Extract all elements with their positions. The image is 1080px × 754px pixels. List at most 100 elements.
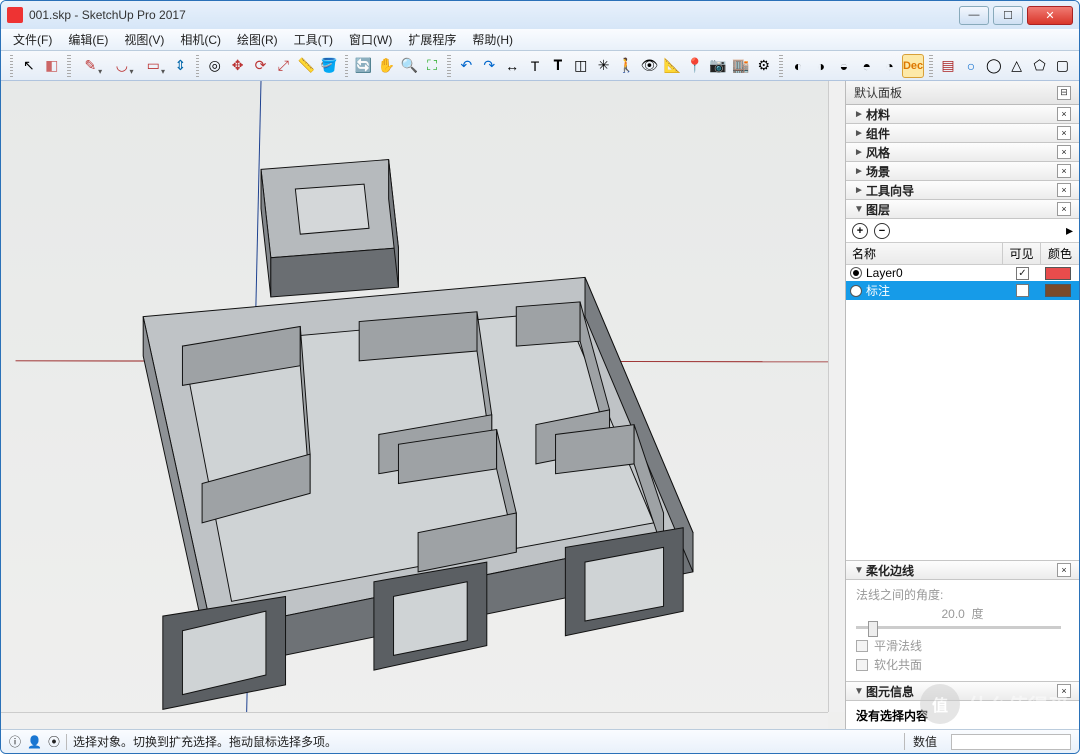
panel-close-icon[interactable]: × (1057, 164, 1071, 178)
pan-tool[interactable]: ✋ (376, 54, 397, 78)
tray-pin-icon[interactable]: ⊟ (1057, 86, 1071, 100)
rect-tool[interactable]: ▭ (139, 54, 168, 78)
remove-layer-button[interactable]: − (874, 223, 890, 239)
layer-menu-icon[interactable]: ▸ (1066, 222, 1073, 239)
minimize-button[interactable]: — (959, 6, 989, 25)
ext-wh-tool[interactable]: ⚙ (753, 54, 774, 78)
scrollbar-vertical[interactable] (828, 81, 845, 712)
section-tool[interactable]: ◫ (570, 54, 591, 78)
menu-item[interactable]: 视图(V) (118, 29, 170, 50)
walk-tool[interactable]: 🚶 (616, 54, 637, 78)
undo-tool[interactable]: ↶ (456, 54, 477, 78)
tape-tool[interactable]: 📏 (296, 54, 317, 78)
panel-close-icon[interactable]: × (1057, 563, 1071, 577)
tray-header[interactable]: 默认面板 ⊟ (846, 81, 1079, 105)
panel-close-icon[interactable]: × (1057, 183, 1071, 197)
layer-visible-checkbox[interactable] (1016, 267, 1029, 280)
solid-union-tool[interactable]: ◐ (788, 54, 809, 78)
text-tool[interactable]: T (525, 54, 546, 78)
col-name[interactable]: 名称 (846, 243, 1003, 264)
layer-row[interactable]: 标注 (846, 281, 1079, 300)
layer-color-swatch[interactable] (1045, 284, 1071, 297)
layer-color-swatch[interactable] (1045, 267, 1071, 280)
panel-title: 场景 (866, 163, 1057, 180)
redo-tool[interactable]: ↷ (479, 54, 500, 78)
model-canvas[interactable] (1, 81, 845, 729)
col-visible[interactable]: 可见 (1003, 243, 1041, 264)
layer-active-radio[interactable] (850, 267, 862, 279)
titlebar[interactable]: 001.skp - SketchUp Pro 2017 — ☐ ✕ (1, 1, 1079, 29)
toolbar-grip[interactable] (10, 55, 13, 77)
coplanar-checkbox[interactable] (856, 659, 868, 671)
panel-close-icon[interactable]: × (1057, 145, 1071, 159)
col-color[interactable]: 颜色 (1041, 243, 1079, 264)
panel-close-icon[interactable]: × (1057, 202, 1071, 216)
cone-tool[interactable]: △ (1006, 54, 1027, 78)
panel-close-icon[interactable]: × (1057, 684, 1071, 698)
maximize-button[interactable]: ☐ (993, 6, 1023, 25)
geo-icon[interactable]: ⦿ (48, 733, 60, 750)
solid-split-tool[interactable]: ◔ (879, 54, 900, 78)
layer-active-radio[interactable] (850, 285, 862, 297)
rotate-tool[interactable]: ⟳ (250, 54, 271, 78)
offset-tool[interactable]: ◎ (204, 54, 225, 78)
layer-row[interactable]: Layer0 (846, 265, 1079, 281)
panel-header-1[interactable]: ►组件× (846, 124, 1079, 143)
menu-item[interactable]: 扩展程序 (402, 29, 462, 50)
poly-tool[interactable]: ⬠ (1029, 54, 1050, 78)
select-tool[interactable]: ↖ (18, 54, 39, 78)
3dwh-tool[interactable]: 🏬 (730, 54, 751, 78)
solid-sub-tool[interactable]: ◑ (810, 54, 831, 78)
soften-angle-slider[interactable] (856, 626, 1061, 629)
panel-header-6[interactable]: ▼柔化边线× (846, 561, 1079, 580)
zoom-tool[interactable]: 🔍 (399, 54, 420, 78)
position-tool[interactable]: 📐 (662, 54, 683, 78)
scale-tool[interactable]: ⤢ (273, 54, 294, 78)
solid-int-tool[interactable]: ◒ (833, 54, 854, 78)
menu-item[interactable]: 绘图(R) (231, 29, 284, 50)
cyl-tool[interactable]: ◯ (983, 54, 1004, 78)
menu-item[interactable]: 相机(C) (174, 29, 227, 50)
move-tool[interactable]: ✥ (227, 54, 248, 78)
panel-header-5[interactable]: ▼图层× (846, 200, 1079, 219)
pencil-tool[interactable]: ✎ (76, 54, 105, 78)
dec-tool[interactable]: Dec (902, 54, 924, 78)
menu-item[interactable]: 编辑(E) (62, 29, 114, 50)
menu-item[interactable]: 工具(T) (288, 29, 339, 50)
menu-item[interactable]: 文件(F) (7, 29, 58, 50)
panel-header-4[interactable]: ►工具向导× (846, 181, 1079, 200)
smooth-checkbox[interactable] (856, 640, 868, 652)
paint-tool[interactable]: 🪣 (319, 54, 340, 78)
cube-tool[interactable]: ▢ (1052, 54, 1073, 78)
pushpull-tool[interactable]: ⇕ (170, 54, 191, 78)
measurement-input[interactable] (951, 734, 1071, 750)
dimension-tool[interactable]: ↔ (502, 54, 523, 78)
eraser-tool[interactable]: ◧ (41, 54, 62, 78)
user-icon[interactable]: 👤 (27, 735, 42, 749)
look-tool[interactable]: 👁 (639, 54, 660, 78)
panel-close-icon[interactable]: × (1057, 107, 1071, 121)
menu-item[interactable]: 窗口(W) (343, 29, 398, 50)
orbit-tool[interactable]: 🔄 (353, 54, 374, 78)
panel-close-icon[interactable]: × (1057, 126, 1071, 140)
solid-trim-tool[interactable]: ◓ (856, 54, 877, 78)
layer-visible-checkbox[interactable] (1016, 284, 1029, 297)
add-loc-tool[interactable]: 📍 (685, 54, 706, 78)
add-layer-button[interactable]: + (852, 223, 868, 239)
close-button[interactable]: ✕ (1027, 6, 1073, 25)
photo-tool[interactable]: 📷 (708, 54, 729, 78)
zoom-ext-tool[interactable]: ⛶ (422, 54, 443, 78)
brick-tool[interactable]: ▤ (938, 54, 959, 78)
help-icon[interactable]: ⓘ (9, 733, 21, 750)
3dtext-tool[interactable]: 𝐓 (547, 54, 568, 78)
circle-tool[interactable]: ○ (960, 54, 981, 78)
arc-tool[interactable]: ◡ (107, 54, 136, 78)
panel-header-2[interactable]: ►风格× (846, 143, 1079, 162)
panel-header-0[interactable]: ►材料× (846, 105, 1079, 124)
menu-item[interactable]: 帮助(H) (466, 29, 519, 50)
panel-header-3[interactable]: ►场景× (846, 162, 1079, 181)
viewport-3d[interactable] (1, 81, 846, 729)
axes-tool[interactable]: ✳ (593, 54, 614, 78)
panel-header-7[interactable]: ▼图元信息× (846, 682, 1079, 701)
scrollbar-horizontal[interactable] (1, 712, 828, 729)
